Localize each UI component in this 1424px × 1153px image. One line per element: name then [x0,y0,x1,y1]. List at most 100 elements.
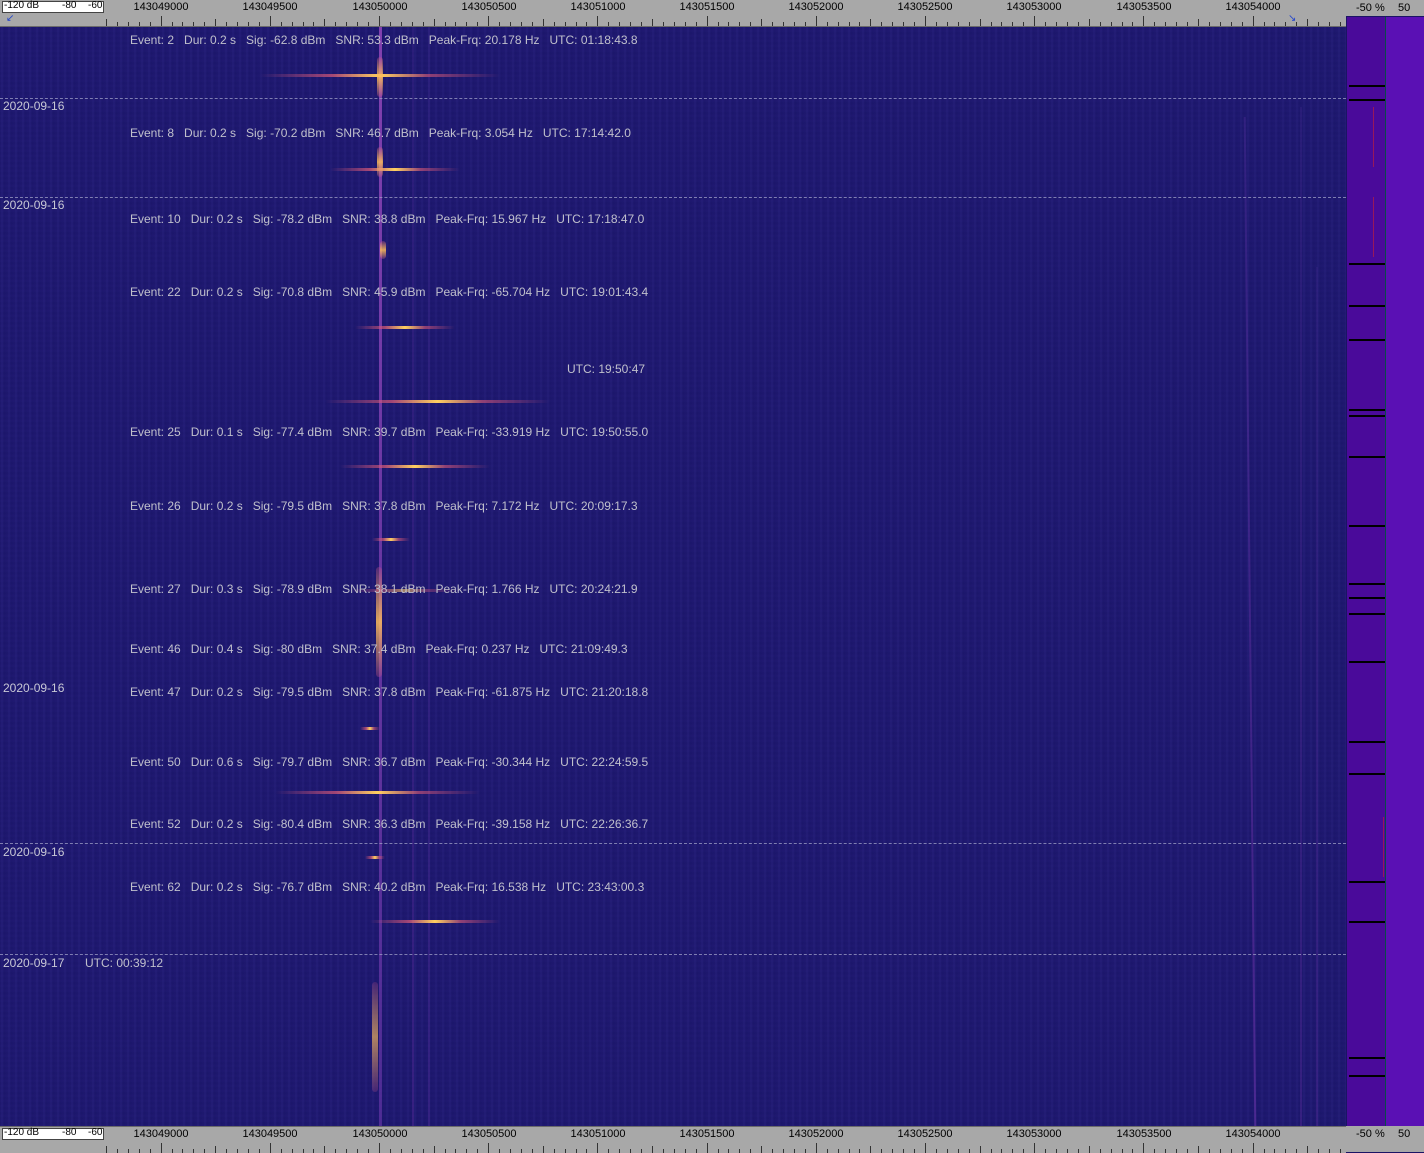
ruler-tick [149,1149,151,1153]
ruler-tick [1263,1149,1265,1153]
level-bar [1349,409,1385,411]
ruler-tick [433,19,435,26]
ruler-tick [1165,22,1167,26]
freq-label: 143052500 [897,1,953,13]
db-label-max: -60 [88,0,103,11]
ruler-tick [106,19,107,26]
ruler-tick [226,1149,228,1153]
signal-level-panel [1347,17,1385,1126]
level-percent: -50 % [1356,1128,1385,1140]
level-trace [1363,197,1374,257]
ruler-tick [793,1149,795,1153]
ruler-tick [204,1149,206,1153]
ruler-tick [553,1149,555,1153]
meteor-echo [355,326,455,329]
meteor-echo [330,168,460,171]
ruler-tick [652,19,653,26]
ruler-tick [1045,1149,1047,1153]
ruler-tick [149,22,151,26]
event-label: Event: 25 Dur: 0.1 s Sig: -77.4 dBm SNR:… [130,425,649,439]
freq-label: 143051000 [570,1128,626,1140]
ruler-tick [499,22,501,26]
level-ruler-top: -50 % 50 [1346,0,1424,16]
ruler-tick [586,1149,588,1153]
ruler-tick [925,16,926,26]
ruler-tick [1176,22,1178,26]
event-label: Event: 22 Dur: 0.2 s Sig: -70.8 dBm SNR:… [130,285,649,299]
db-label-mid: -80 [62,1127,77,1138]
left-marker-icon[interactable]: ↙ [6,13,14,24]
ruler-tick [750,1149,752,1153]
ruler-tick [673,22,675,26]
freq-label: 143049000 [133,1,189,13]
ruler-tick [684,22,686,26]
ruler-tick [804,22,806,26]
ruler-tick [1219,1149,1221,1153]
date-label: 2020-09-16 [3,99,65,113]
ruler-tick [127,22,129,26]
ruler-tick [510,22,512,26]
ruler-tick [1274,1149,1276,1153]
ruler-tick [302,1149,304,1153]
ruler-tick [1154,1149,1156,1153]
drift-trace [1243,117,1257,1126]
freq-label: 143050500 [461,1,517,13]
ruler-tick [1241,1149,1243,1153]
ruler-tick [138,1149,140,1153]
drift-trace [1316,267,1318,1127]
ruler-tick [280,22,282,26]
ruler-tick [291,1149,293,1153]
ruler-tick [946,1149,948,1153]
level-bar [1349,613,1385,615]
reference-level-panel [1386,17,1424,1126]
ruler-tick [1230,22,1232,26]
db-label-mid: -80 [62,0,77,11]
right-marker-icon[interactable]: ↘ [1288,13,1296,24]
ruler-tick [1208,22,1210,26]
ruler-tick [204,22,206,26]
ruler-tick [215,19,217,26]
ruler-tick [739,1149,741,1153]
ruler-tick [837,1149,839,1153]
ruler-tick [1318,1149,1320,1153]
ruler-tick [193,1149,195,1153]
ruler-tick [848,22,850,26]
ruler-tick [662,22,664,26]
ruler-tick [892,22,894,26]
ruler-tick [630,22,632,26]
ruler-tick [357,1149,359,1153]
meteor-echo [340,465,490,468]
level-bar [1349,263,1385,265]
ruler-tick [237,1149,239,1153]
ruler-tick [510,1149,512,1153]
freq-label: 143053000 [1006,1128,1062,1140]
ruler-tick [968,22,970,26]
ruler-tick [444,22,446,26]
frequency-ruler-bottom[interactable]: -120 dB -80 -60 143049000 143049500 1430… [0,1126,1346,1153]
ruler-tick [684,1149,686,1153]
ruler-tick [859,1149,861,1153]
ruler-tick [466,22,468,26]
freq-label: 143053000 [1006,1,1062,13]
frequency-ruler-top[interactable]: -120 dB -80 -60 143049000 143049500 1430… [0,0,1346,27]
ruler-tick [269,16,271,26]
level-bar [1349,741,1385,743]
ruler-tick [1143,16,1145,26]
ruler-tick [291,22,293,26]
ruler-tick [881,1149,883,1153]
ruler-tick [957,1149,959,1153]
ruler-tick [182,1149,184,1153]
meteor-echo [275,791,480,794]
level-bar [1349,415,1385,417]
ruler-tick [422,22,424,26]
ruler-tick [903,22,905,26]
ruler-tick [935,22,937,26]
meteor-echo [325,400,550,403]
ruler-tick [346,1149,348,1153]
freq-label: 143049000 [133,1128,189,1140]
level-bar [1349,525,1385,527]
ruler-tick [1012,1149,1014,1153]
spectrogram-waterfall[interactable]: 2020-09-16 2020-09-16 2020-09-16 2020-09… [0,27,1346,1127]
ruler-tick [1230,1149,1232,1153]
freq-label: 143051500 [679,1128,735,1140]
